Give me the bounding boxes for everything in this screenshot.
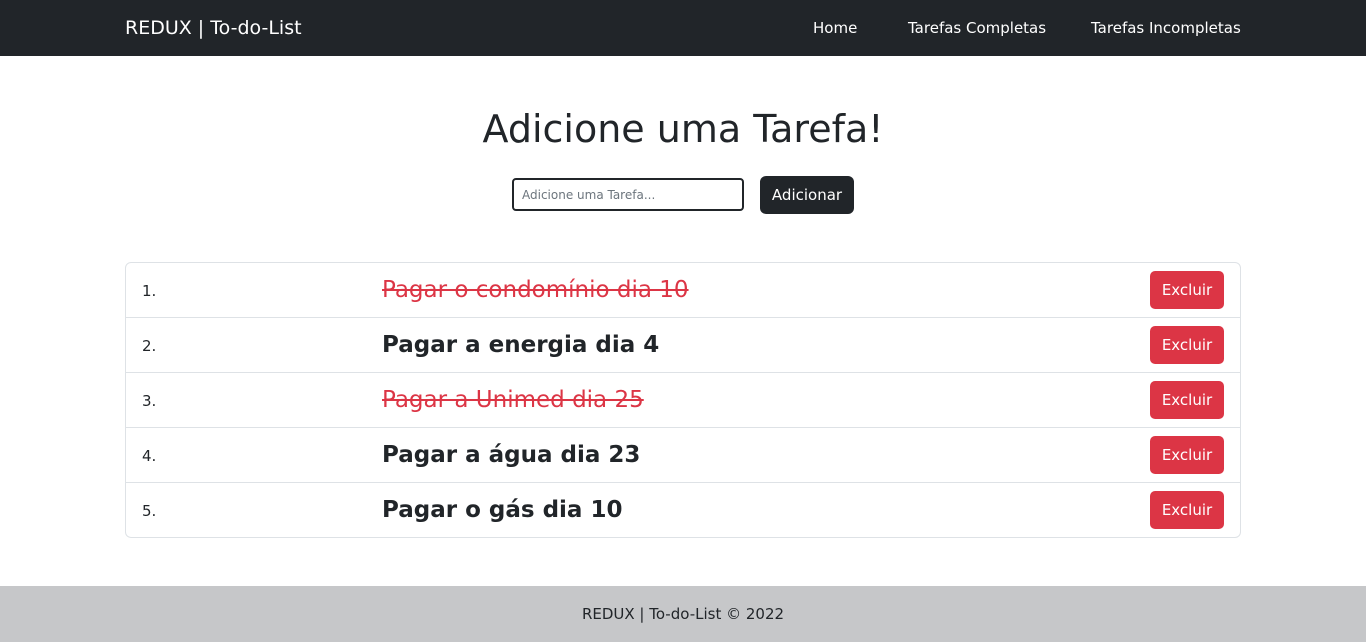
task-number: 2.: [142, 337, 157, 355]
footer-text: REDUX | To-do-List © 2022: [581, 605, 785, 623]
delete-task-button[interactable]: Excluir: [1150, 436, 1224, 474]
task-row: 3. Pagar a Unimed dia 25 Excluir: [126, 373, 1240, 428]
task-text[interactable]: Pagar o gás dia 10: [382, 495, 622, 525]
task-input[interactable]: [512, 178, 744, 211]
task-row: 5. Pagar o gás dia 10 Excluir: [126, 483, 1240, 537]
task-number: 5.: [142, 502, 157, 520]
task-row: 2. Pagar a energia dia 4 Excluir: [126, 318, 1240, 373]
task-number: 3.: [142, 392, 157, 410]
nav-link-incomplete-tasks[interactable]: Tarefas Incompletas: [1091, 18, 1241, 38]
delete-task-button[interactable]: Excluir: [1150, 381, 1224, 419]
task-row: 4. Pagar a água dia 23 Excluir: [126, 428, 1240, 483]
task-text[interactable]: Pagar a Unimed dia 25: [382, 385, 644, 415]
task-list: 1. Pagar o condomínio dia 10 Excluir 2. …: [125, 262, 1241, 538]
delete-task-button[interactable]: Excluir: [1150, 326, 1224, 364]
task-text[interactable]: Pagar a água dia 23: [382, 440, 640, 470]
brand-logo-link[interactable]: REDUX | To-do-List: [125, 15, 302, 41]
task-number: 4.: [142, 447, 157, 465]
add-task-button[interactable]: Adicionar: [760, 176, 854, 214]
delete-task-button[interactable]: Excluir: [1150, 491, 1224, 529]
task-number: 1.: [142, 282, 157, 300]
task-row: 1. Pagar o condomínio dia 10 Excluir: [126, 263, 1240, 318]
page-title: Adicione uma Tarefa!: [482, 107, 884, 151]
task-text[interactable]: Pagar o condomínio dia 10: [382, 275, 689, 305]
nav-link-completed-tasks[interactable]: Tarefas Completas: [908, 18, 1046, 38]
nav-link-home[interactable]: Home: [813, 18, 857, 38]
delete-task-button[interactable]: Excluir: [1150, 271, 1224, 309]
navbar: REDUX | To-do-List Home Tarefas Completa…: [0, 0, 1366, 56]
task-text[interactable]: Pagar a energia dia 4: [382, 330, 659, 360]
footer: REDUX | To-do-List © 2022: [0, 586, 1366, 642]
